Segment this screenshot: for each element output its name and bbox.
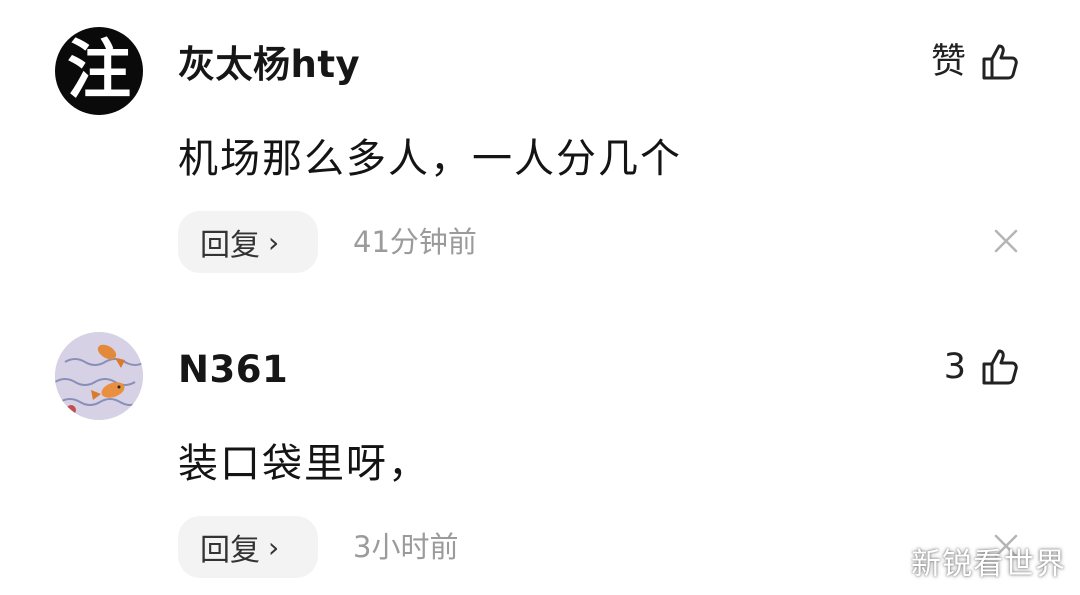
like-button[interactable]: 3 bbox=[944, 345, 1020, 389]
watermark: 新锐看世界 bbox=[911, 547, 1066, 582]
reply-label: 回复 bbox=[200, 228, 260, 263]
username[interactable]: N361 bbox=[178, 348, 288, 392]
thumbs-up-icon bbox=[982, 349, 1018, 385]
chevron-right-icon: › bbox=[268, 530, 280, 564]
thumbs-up-icon bbox=[982, 44, 1018, 80]
chevron-right-icon: › bbox=[268, 225, 280, 259]
timestamp: 3小时前 bbox=[353, 530, 459, 564]
comment-item: 注 灰太杨hty 赞 机场那么多人，一人分几个 回复 › 41分钟前 bbox=[0, 0, 1080, 290]
avatar-glyph: 注 bbox=[67, 33, 131, 108]
comment-text: 机场那么多人，一人分几个 bbox=[178, 136, 682, 182]
username[interactable]: 灰太杨hty bbox=[178, 43, 360, 87]
avatar[interactable]: 注 bbox=[55, 27, 143, 115]
timestamp: 41分钟前 bbox=[353, 225, 477, 259]
avatar[interactable] bbox=[55, 332, 143, 420]
reply-button[interactable]: 回复 › bbox=[178, 211, 318, 273]
reply-label: 回复 bbox=[200, 533, 260, 568]
like-count: 赞 bbox=[930, 42, 966, 82]
like-button[interactable]: 赞 bbox=[931, 40, 1020, 84]
close-icon[interactable] bbox=[990, 225, 1022, 257]
goldfish-avatar-image bbox=[55, 332, 143, 420]
comment-text: 装口袋里呀， bbox=[178, 441, 430, 487]
reply-button[interactable]: 回复 › bbox=[178, 516, 318, 578]
like-count: 3 bbox=[943, 347, 966, 387]
